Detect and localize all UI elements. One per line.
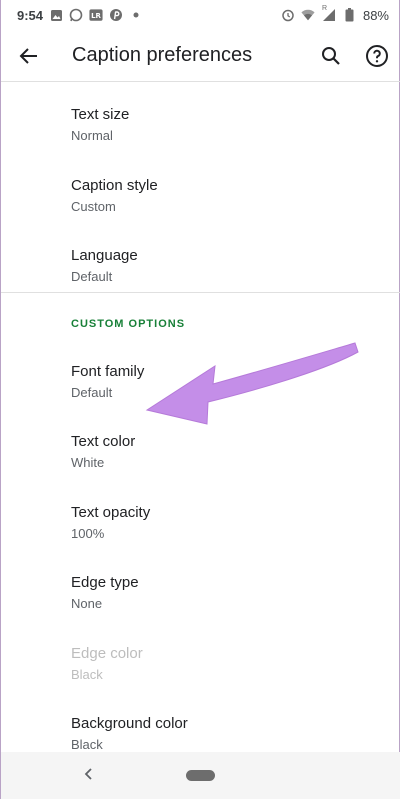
font-family-item[interactable]: Font family Default <box>1 347 400 417</box>
item-title: Caption style <box>71 177 158 194</box>
item-summary: Default <box>71 385 113 400</box>
item-summary: Black <box>71 667 103 682</box>
language-item[interactable]: Language Default <box>1 231 400 301</box>
pinterest-icon <box>109 8 123 22</box>
edge-type-item[interactable]: Edge type None <box>1 558 400 628</box>
item-summary: Default <box>71 269 113 284</box>
section-divider <box>1 292 400 293</box>
item-title: Edge type <box>71 574 139 591</box>
text-size-item[interactable]: Text size Normal <box>1 90 400 160</box>
battery-icon <box>343 8 357 22</box>
item-summary: Custom <box>71 199 116 214</box>
notification-dot-icon <box>129 8 143 22</box>
wifi-icon <box>301 8 315 22</box>
item-title: Language <box>71 247 138 264</box>
item-title: Text size <box>71 106 130 123</box>
back-arrow-icon[interactable] <box>17 44 41 68</box>
signal-icon: R <box>321 5 337 22</box>
item-summary: Black <box>71 737 103 752</box>
item-title: Text opacity <box>71 504 151 521</box>
app-bar: Caption preferences <box>1 30 400 82</box>
page-title: Caption preferences <box>72 44 253 66</box>
lightroom-icon: LR <box>89 8 103 22</box>
svg-text:LR: LR <box>91 12 101 20</box>
status-time: 9:54 <box>17 7 44 23</box>
section-header-custom-options: CUSTOM OPTIONS <box>71 318 186 330</box>
text-opacity-item[interactable]: Text opacity 100% <box>1 488 400 558</box>
item-title: Edge color <box>71 645 143 662</box>
item-summary: Normal <box>71 128 113 143</box>
search-icon[interactable] <box>319 44 343 68</box>
status-left: 9:54 LR <box>17 8 143 23</box>
item-summary: White <box>71 455 105 470</box>
nav-back-icon[interactable] <box>81 766 97 782</box>
item-title: Text color <box>71 433 136 450</box>
help-icon[interactable] <box>365 44 389 68</box>
battery-percent: 88% <box>362 7 389 23</box>
system-nav-bar <box>1 752 400 799</box>
image-icon <box>49 8 63 22</box>
item-summary: 100% <box>71 526 105 541</box>
alarm-icon <box>281 8 295 22</box>
roaming-indicator: R <box>321 5 328 12</box>
caption-style-item[interactable]: Caption style Custom <box>1 161 400 231</box>
item-title: Font family <box>71 363 145 380</box>
whatsapp-icon <box>69 8 83 22</box>
status-bar: 9:54 LR R 88% <box>1 0 400 30</box>
item-summary: None <box>71 596 103 611</box>
text-color-item[interactable]: Text color White <box>1 417 400 487</box>
nav-home-pill[interactable] <box>186 770 215 781</box>
status-right: R 88% <box>281 5 389 23</box>
item-title: Background color <box>71 715 188 732</box>
edge-color-item: Edge color Black <box>1 629 400 699</box>
